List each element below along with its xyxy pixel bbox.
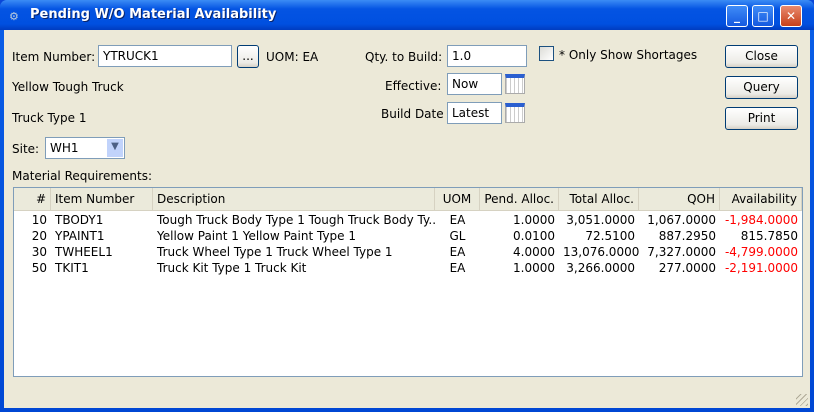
table-cell: Truck Kit Type 1 Truck Kit [157, 261, 307, 275]
calendar-icon[interactable] [505, 74, 525, 94]
uom-label: UOM: EA [266, 50, 319, 64]
table-cell: -1,984.0000 [724, 213, 798, 227]
table-cell: EA [449, 245, 466, 259]
item-description-2: Truck Type 1 [12, 111, 87, 125]
calendar-icon[interactable] [505, 103, 525, 123]
table-cell: 7,327.0000 [647, 245, 716, 259]
table-row[interactable]: 50 TKIT1 Truck Kit Type 1 Truck Kit EA 1.000… [14, 260, 802, 276]
table-cell: 277.0000 [658, 261, 716, 275]
column-header[interactable]: Item Number [51, 188, 153, 210]
table-cell: 10 [31, 213, 47, 227]
site-label: Site: [12, 142, 40, 156]
column-header[interactable]: QOH [639, 188, 720, 210]
column-header[interactable]: Description [153, 188, 435, 210]
table-cell: Tough Truck Body Type 1 Tough Truck Body… [157, 213, 435, 227]
table-cell: 30 [31, 245, 47, 259]
column-header[interactable]: Total Alloc. [559, 188, 639, 210]
qty-to-build-label: Qty. to Build: [365, 50, 443, 64]
resize-grip-icon[interactable] [796, 394, 808, 406]
table-cell: 1,067.0000 [647, 213, 716, 227]
table-cell: -4,799.0000 [724, 245, 798, 259]
only-show-shortages-label: * Only Show Shortages [559, 48, 698, 62]
window: ⚙ Pending W/O Material Availability _ □ … [0, 0, 814, 412]
title-bar[interactable]: ⚙ Pending W/O Material Availability _ □ … [0, 0, 814, 30]
table-cell: 1.0000 [513, 261, 555, 275]
table-cell: TWHEEL1 [55, 245, 113, 259]
table-row[interactable]: 30 TWHEEL1 Truck Wheel Type 1 Truck Wheel … [14, 244, 802, 260]
item-lookup-button[interactable]: ... [237, 45, 259, 68]
table-header: # Item Number Description UOM Pend. Alloc. To… [14, 188, 802, 211]
build-date-input[interactable]: Latest [447, 102, 502, 124]
table-cell: 3,051.0000 [566, 213, 635, 227]
site-select[interactable]: WH1 ▼ [45, 137, 125, 159]
effective-date-input[interactable]: Now [447, 73, 502, 95]
query-button[interactable]: Query [725, 76, 798, 99]
table-cell: 3,266.0000 [566, 261, 635, 275]
table-cell: EA [449, 261, 466, 275]
column-header[interactable]: Pend. Alloc. [480, 188, 559, 210]
table-cell: TBODY1 [55, 213, 104, 227]
build-date-label: Build Date [381, 107, 444, 121]
table-cell: 0.0100 [513, 229, 555, 243]
table-cell: Truck Wheel Type 1 Truck Wheel Type 1 [157, 245, 393, 259]
table-cell: 815.7850 [740, 229, 798, 243]
table-cell: GL [449, 229, 466, 243]
item-number-label: Item Number: [12, 50, 96, 64]
table-cell: 4.0000 [513, 245, 555, 259]
site-value: WH1 [50, 141, 79, 155]
table-cell: YPAINT1 [55, 229, 105, 243]
item-description-1: Yellow Tough Truck [12, 80, 124, 94]
only-show-shortages-checkbox[interactable] [539, 46, 554, 61]
window-title: Pending W/O Material Availability [30, 7, 277, 22]
table-cell: 13,076.0000 [563, 245, 639, 259]
only-show-shortages-text: Only Show Shortages [568, 48, 698, 62]
effective-label: Effective: [385, 79, 442, 93]
table-row[interactable]: 10 TBODY1 Tough Truck Body Type 1 Tough Tr… [14, 212, 802, 228]
app-icon: ⚙ [9, 10, 19, 23]
table-row[interactable]: 20 YPAINT1 Yellow Paint 1 Yellow Paint Typ… [14, 228, 802, 244]
table-cell: 1.0000 [513, 213, 555, 227]
material-requirements-table[interactable]: # Item Number Description UOM Pend. Alloc. To… [13, 187, 803, 377]
client-area: Item Number: YTRUCK1 ... UOM: EA Yellow … [4, 30, 810, 408]
print-button[interactable]: Print [725, 107, 798, 130]
close-button[interactable]: Close [725, 45, 798, 68]
column-header[interactable]: # [14, 188, 51, 210]
table-cell: TKIT1 [55, 261, 89, 275]
table-cell: 50 [31, 261, 47, 275]
table-cell: 20 [31, 229, 47, 243]
maximize-button[interactable]: □ [752, 5, 774, 27]
material-requirements-label: Material Requirements: [12, 169, 153, 183]
table-cell: 72.5100 [585, 229, 635, 243]
minimize-button[interactable]: _ [726, 5, 748, 27]
table-cell: EA [449, 213, 466, 227]
chevron-down-icon: ▼ [107, 139, 123, 157]
column-header[interactable]: UOM [435, 188, 480, 210]
table-cell: 887.2950 [658, 229, 716, 243]
table-cell: Yellow Paint 1 Yellow Paint Type 1 [157, 229, 356, 243]
close-window-button[interactable]: ✕ [780, 5, 802, 27]
item-number-input[interactable]: YTRUCK1 [98, 45, 232, 67]
qty-to-build-input[interactable]: 1.0 [447, 45, 527, 67]
column-header[interactable]: Availability [720, 188, 802, 210]
table-cell: -2,191.0000 [724, 261, 798, 275]
